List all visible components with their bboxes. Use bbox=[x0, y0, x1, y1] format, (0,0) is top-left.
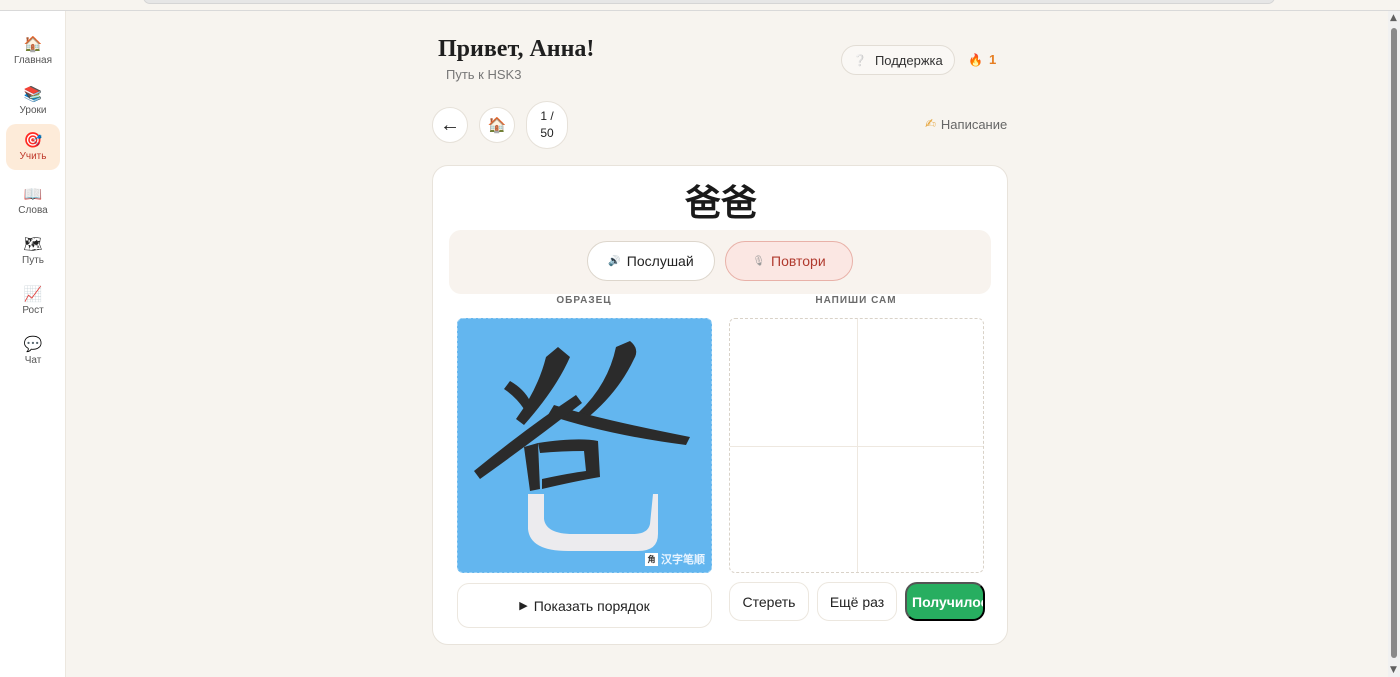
sidebar-item-label: Уроки bbox=[19, 105, 47, 116]
chart-up-icon: 📈 bbox=[23, 285, 43, 303]
map-icon: 🗺 bbox=[23, 235, 43, 253]
microphone-icon: 🎙 bbox=[752, 255, 766, 267]
sample-heading: ОБРАЗЕЦ bbox=[556, 295, 612, 306]
sidebar-item-chat[interactable]: 💬 Чат bbox=[6, 328, 60, 374]
page-subtitle: Путь к HSK3 bbox=[446, 67, 522, 82]
success-button[interactable]: Получилось bbox=[905, 582, 985, 621]
character-stroke-image bbox=[474, 341, 690, 551]
back-button[interactable]: ← bbox=[432, 107, 468, 143]
watermark-text: 汉字笔顺 bbox=[661, 553, 705, 566]
chat-bubble-icon: 💬 bbox=[23, 335, 43, 353]
play-icon: ▶ bbox=[519, 599, 528, 612]
counter-current: 1 / bbox=[540, 109, 554, 123]
home-icon: 🏠 bbox=[23, 35, 43, 53]
sidebar-item-path[interactable]: 🗺 Путь bbox=[6, 228, 60, 274]
home-icon: 🏠 bbox=[487, 117, 507, 134]
sidebar-item-lessons[interactable]: 📚 Уроки bbox=[6, 78, 60, 124]
page-title: Привет, Анна! bbox=[438, 36, 595, 62]
drawn-stroke-7 bbox=[538, 439, 600, 489]
sidebar-item-label: Рост bbox=[22, 305, 44, 316]
scroll-down-arrow-icon[interactable]: ▼ bbox=[1390, 665, 1397, 675]
progress-counter: 1 / 50 bbox=[526, 101, 568, 149]
scroll-thumb[interactable] bbox=[1391, 28, 1397, 658]
support-label: Поддержка bbox=[874, 52, 943, 68]
browser-top-strip bbox=[0, 0, 1400, 11]
watermark-logo: 角 bbox=[645, 552, 658, 566]
mode-indicator: ✍ Написание bbox=[925, 117, 1007, 132]
streak-count: 1 bbox=[988, 52, 997, 67]
writing-card: 爸爸 🔊 Послушай 🎙 Повтори ОБРАЗЕЦ НАПИШИ С… bbox=[432, 165, 1008, 645]
scroll-up-arrow-icon[interactable]: ▲ bbox=[1390, 13, 1397, 23]
watermark: 角 汉字笔顺 bbox=[645, 551, 705, 567]
sidebar-item-growth[interactable]: 📈 Рост bbox=[6, 278, 60, 324]
sidebar-item-home[interactable]: 🏠 Главная bbox=[6, 28, 60, 74]
books-icon: 📚 bbox=[23, 85, 43, 103]
fire-icon: 🔥 bbox=[968, 52, 983, 67]
write-heading: НАПИШИ САМ bbox=[815, 295, 897, 306]
open-book-icon: 📖 bbox=[23, 185, 43, 203]
address-bar[interactable] bbox=[143, 0, 1275, 4]
listen-label: Послушай bbox=[626, 253, 694, 269]
drawn-stroke-2 bbox=[504, 381, 530, 409]
page-scrollbar[interactable]: ▲ ▼ bbox=[1388, 11, 1400, 677]
listen-button[interactable]: 🔊 Послушай bbox=[587, 241, 715, 281]
sidebar-item-label: Слова bbox=[18, 205, 48, 216]
mode-label: Написание bbox=[940, 117, 1008, 132]
sidebar-item-learn[interactable]: 🎯 Учить bbox=[6, 124, 60, 170]
sidebar-item-label: Чат bbox=[24, 355, 42, 366]
writing-hand-icon: ✍ bbox=[925, 117, 936, 132]
sidebar: 🏠 Главная 📚 Уроки 🎯 Учить 📖 Слова 🗺 Путь… bbox=[0, 11, 66, 677]
sidebar-item-label: Путь bbox=[22, 255, 44, 266]
question-icon: ❔ bbox=[853, 54, 867, 67]
pending-stroke bbox=[528, 494, 658, 551]
audio-controls: 🔊 Послушай 🎙 Повтори bbox=[449, 230, 991, 294]
sidebar-item-label: Главная bbox=[13, 55, 53, 66]
support-button[interactable]: ❔ Поддержка bbox=[841, 45, 955, 75]
try-again-button[interactable]: Ещё раз bbox=[817, 582, 897, 621]
show-order-label: Показать порядок bbox=[533, 597, 650, 614]
drawn-stroke-3 bbox=[578, 341, 637, 419]
erase-button[interactable]: Стереть bbox=[729, 582, 809, 621]
guide-line-horizontal bbox=[730, 446, 983, 447]
drawn-stroke-6 bbox=[524, 443, 540, 491]
speaker-icon: 🔊 bbox=[608, 255, 621, 267]
sidebar-item-words[interactable]: 📖 Слова bbox=[6, 178, 60, 224]
streak-counter: 🔥 1 bbox=[968, 52, 996, 67]
arrow-left-icon: ← bbox=[440, 113, 460, 136]
repeat-button[interactable]: 🎙 Повтори bbox=[725, 241, 853, 281]
home-button[interactable]: 🏠 bbox=[479, 107, 515, 143]
target-word: 爸爸 bbox=[684, 183, 757, 224]
writing-canvas[interactable] bbox=[729, 318, 984, 573]
sidebar-item-label: Учить bbox=[19, 151, 47, 162]
counter-total: 50 bbox=[540, 126, 554, 140]
target-icon: 🎯 bbox=[23, 131, 43, 149]
stroke-order-sample: 角 汉字笔顺 bbox=[457, 318, 712, 573]
repeat-label: Повтори bbox=[771, 253, 826, 269]
show-order-button[interactable]: ▶ Показать порядок bbox=[457, 583, 712, 628]
